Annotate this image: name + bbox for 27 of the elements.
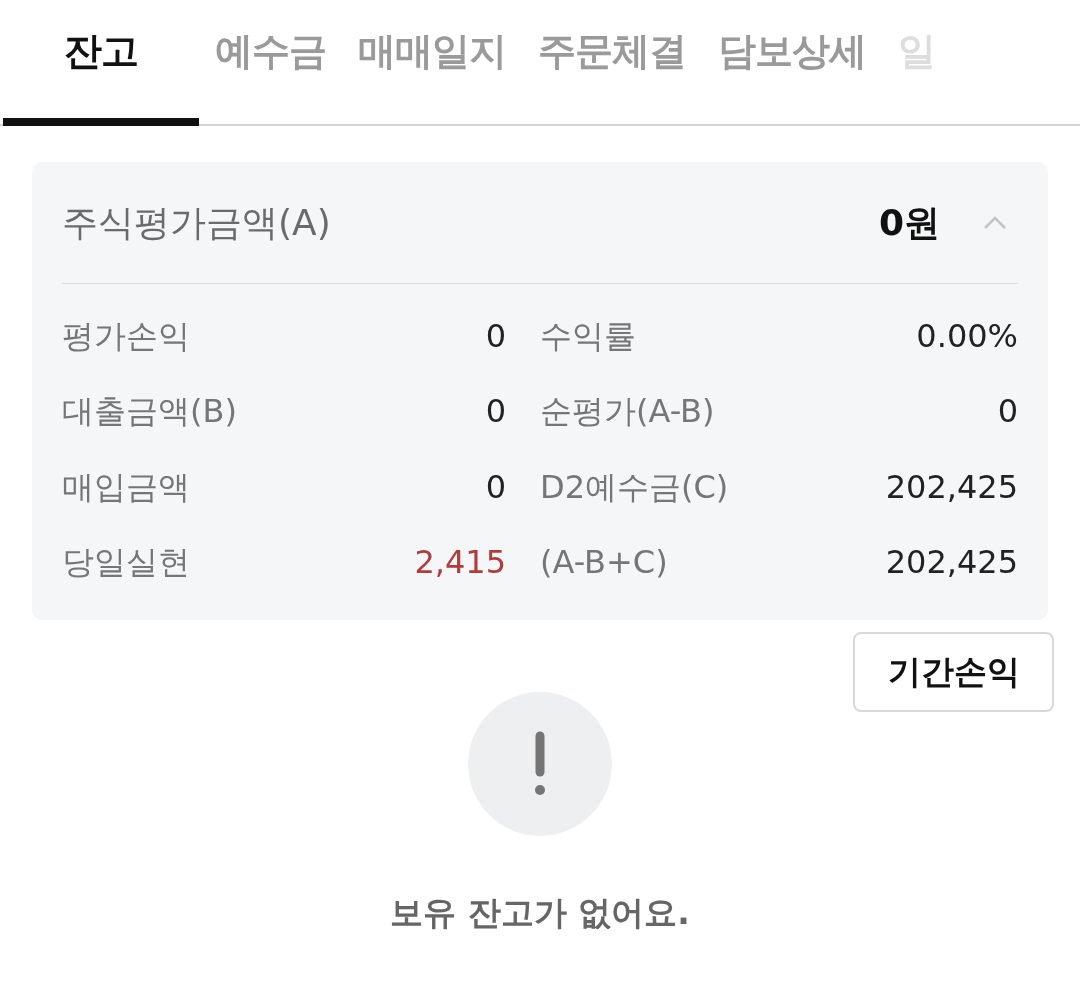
item-value: 0 — [485, 391, 506, 433]
summary-title: 주식평가금액(A) — [62, 200, 332, 245]
item-label: 수익률 — [540, 315, 636, 357]
tab[interactable]: 담보상세 — [702, 0, 882, 126]
item-label: (A-B+C) — [540, 542, 668, 584]
item-label: 평가손익 — [62, 315, 190, 357]
tab[interactable]: 잔고 — [3, 0, 199, 126]
item-value: 0 — [997, 391, 1018, 433]
item-label: 대출금액(B) — [62, 391, 237, 433]
chevron-up-icon[interactable] — [982, 214, 1008, 231]
item-value: 0.00% — [916, 315, 1018, 357]
tab[interactable]: 예수금 — [199, 0, 342, 126]
item-label: 매입금액 — [62, 466, 190, 508]
item-value: 202,425 — [885, 542, 1018, 584]
exclamation-icon — [468, 692, 612, 836]
item-value: 202,425 — [885, 466, 1018, 508]
total-value: 0원 — [878, 200, 940, 245]
item-value: 0 — [485, 315, 506, 357]
item-label: 순평가(A-B) — [540, 391, 715, 433]
tab[interactable]: 매매일지 — [342, 0, 522, 126]
item-value: 2,415 — [414, 542, 506, 584]
empty-message: 보유 잔고가 없어요. — [390, 892, 690, 934]
period-profit-button[interactable]: 기간손익 — [853, 632, 1054, 712]
item-label: D2예수금(C) — [540, 466, 729, 508]
item-label: 당일실현 — [62, 542, 190, 584]
item-value: 0 — [485, 466, 506, 508]
tab[interactable]: 주문체결 — [522, 0, 702, 126]
